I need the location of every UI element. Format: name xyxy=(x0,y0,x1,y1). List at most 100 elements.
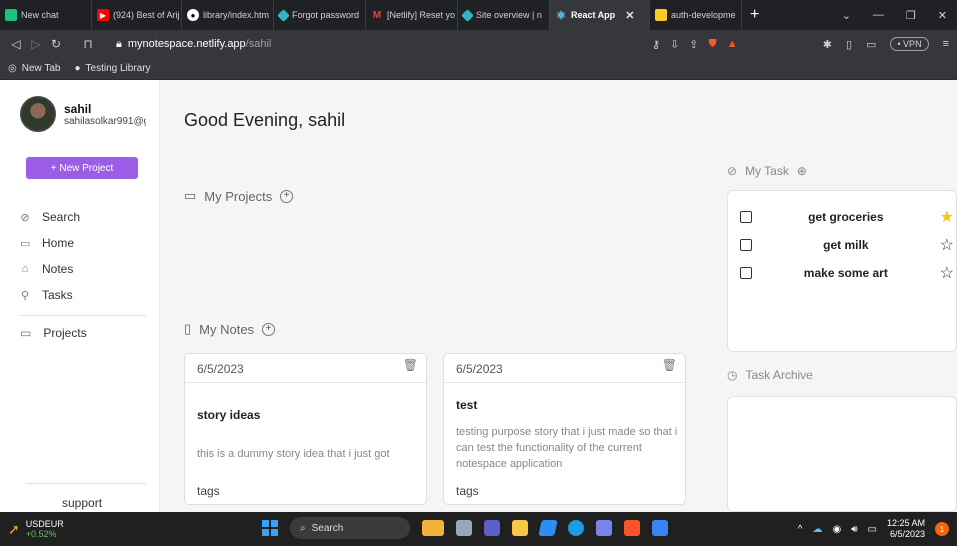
edge-icon[interactable] xyxy=(568,520,584,536)
toolbar-right: ✱ ▯ ▭ • VPN ≡ xyxy=(823,37,957,51)
cloud-icon[interactable]: ☁ xyxy=(812,524,822,535)
browser-tab-library[interactable]: ● library/index.htm xyxy=(182,0,274,30)
teams-chat-icon[interactable] xyxy=(484,520,500,536)
tasks-icon: ⚲ xyxy=(20,289,30,302)
star-icon[interactable]: ★ xyxy=(940,207,954,227)
browser-tab-gmail[interactable]: M [Netlify] Reset yo xyxy=(366,0,458,30)
add-project-icon[interactable]: + xyxy=(280,189,294,203)
new-project-button[interactable]: + New Project xyxy=(26,157,138,179)
battery-icon[interactable]: ▭ xyxy=(868,524,877,535)
task-checkbox[interactable] xyxy=(740,239,752,251)
my-projects-header: ▭ My Projects + xyxy=(184,188,294,204)
task-label: get milk xyxy=(823,238,869,252)
wallet-icon[interactable]: ▭ xyxy=(866,38,876,51)
netlify-icon xyxy=(277,8,290,22)
gmail-icon: M xyxy=(372,9,382,21)
url-field[interactable]: 🔒︎ mynotespace.netlify.app/sahil xyxy=(116,38,616,51)
sidebar-item-label: Projects xyxy=(43,326,87,340)
volume-icon[interactable]: 🔊︎ xyxy=(851,524,857,535)
clock[interactable]: 12:25 AM 6/5/2023 xyxy=(887,518,925,540)
vpn-button[interactable]: • VPN xyxy=(890,37,929,51)
back-icon[interactable]: ◁ xyxy=(6,37,26,51)
sidebar-item-label: Tasks xyxy=(42,288,73,302)
clock-icon: ◷ xyxy=(727,368,738,382)
note-card[interactable]: 6/5/2023 🗑︎ test testing purpose story t… xyxy=(443,353,686,505)
sidebar-item-label: Home xyxy=(42,236,75,250)
brave-rewards-icon[interactable]: ▲ xyxy=(727,38,738,51)
task-label: get groceries xyxy=(808,210,884,224)
note-card[interactable]: 6/5/2023 🗑︎ story ideas this is a dummy … xyxy=(184,353,427,505)
sidebar-item-projects[interactable]: ▭ Projects xyxy=(20,326,87,340)
sidebar-item-tasks[interactable]: ⚲ Tasks xyxy=(20,282,146,308)
new-tab-button[interactable]: + xyxy=(742,6,767,24)
notes-icon: ⌂ xyxy=(21,263,29,275)
trash-icon[interactable]: 🗑︎ xyxy=(662,358,677,372)
my-task-header: ⊘ My Task ⊕ xyxy=(727,164,807,178)
notification-badge[interactable]: 1 xyxy=(935,522,949,536)
menu-icon[interactable]: ≡ xyxy=(943,38,949,50)
key-icon[interactable]: ⚷ xyxy=(652,38,660,51)
sidebar-divider xyxy=(26,483,146,484)
section-title: Task Archive xyxy=(745,368,813,382)
browser-tab-youtube[interactable]: ▶ (924) Best of Arij xyxy=(92,0,182,30)
star-outline-icon[interactable]: ☆ xyxy=(940,263,954,283)
user-profile[interactable]: sahil sahilasolkar991@gn xyxy=(0,80,159,132)
widget-icon[interactable] xyxy=(422,520,444,536)
brave-icon[interactable] xyxy=(624,520,640,536)
add-note-icon[interactable]: + xyxy=(262,322,276,336)
notespace-app: sahil sahilasolkar991@gn + New Project ⊘… xyxy=(0,80,957,512)
file-explorer-icon[interactable] xyxy=(512,520,528,536)
minimize-icon[interactable]: — xyxy=(873,9,884,22)
notepad-icon[interactable] xyxy=(652,520,668,536)
install-icon[interactable]: ⇩ xyxy=(670,38,679,51)
chevron-up-icon[interactable]: ^ xyxy=(798,524,803,535)
wifi-icon[interactable]: ◉ xyxy=(832,524,841,535)
bookmark-icon[interactable]: ⊓ xyxy=(78,37,98,51)
sidebar-item-search[interactable]: ⊘ Search xyxy=(20,204,146,230)
sidebar-divider xyxy=(20,315,146,316)
close-window-icon[interactable]: ✕ xyxy=(938,9,947,22)
extensions-icon[interactable]: ✱ xyxy=(823,38,832,51)
ticker-symbol: USDEUR xyxy=(25,519,64,529)
vscode-icon[interactable] xyxy=(538,520,558,536)
sidebar-item-notes[interactable]: ⌂ Notes xyxy=(20,256,146,282)
sidebar-toggle-icon[interactable]: ▯ xyxy=(846,38,852,51)
windows-start-icon[interactable] xyxy=(262,520,278,536)
stock-widget[interactable]: ➚ USDEUR +0.52% xyxy=(0,519,150,539)
restore-icon[interactable]: ❐ xyxy=(906,9,916,22)
lock-icon: 🔒︎ xyxy=(116,37,122,50)
tab-label: Forgot password xyxy=(292,10,360,20)
browser-tab-react-app[interactable]: ⚛ React App ✕ xyxy=(550,0,650,30)
reload-icon[interactable]: ↻ xyxy=(46,37,66,51)
browser-tab-bar: New chat ▶ (924) Best of Arij ● library/… xyxy=(0,0,957,30)
share-icon[interactable]: ⇪ xyxy=(689,38,698,51)
task-archive-panel xyxy=(727,396,957,512)
browser-tab-site-overview[interactable]: Site overview | n xyxy=(458,0,550,30)
tab-label: (924) Best of Arij xyxy=(113,10,180,20)
sidebar: sahil sahilasolkar991@gn + New Project ⊘… xyxy=(0,80,160,512)
teams-icon[interactable] xyxy=(596,520,612,536)
task-checkbox[interactable] xyxy=(740,211,752,223)
task-view-icon[interactable] xyxy=(456,520,472,536)
trend-arrow-icon: ➚ xyxy=(8,520,20,537)
sidebar-item-home[interactable]: ▭ Home xyxy=(20,230,146,256)
add-task-icon[interactable]: ⊕ xyxy=(797,164,807,178)
clock-date: 6/5/2023 xyxy=(889,529,925,539)
bookmark-testing-library[interactable]: ● Testing Library xyxy=(74,63,150,74)
sidebar-item-label: Search xyxy=(42,210,81,224)
bookmark-new-tab[interactable]: ◎ New Tab xyxy=(8,63,60,74)
windows-taskbar: ➚ USDEUR +0.52% ⌕ Search ^ ☁ ◉ 🔊︎ ▭ 12:2… xyxy=(0,512,957,546)
star-outline-icon[interactable]: ☆ xyxy=(940,235,954,255)
browser-tab-chatgpt[interactable]: New chat xyxy=(0,0,92,30)
trash-icon[interactable]: 🗑︎ xyxy=(403,358,418,372)
support-link[interactable]: support xyxy=(62,496,102,510)
task-checkbox[interactable] xyxy=(740,267,752,279)
browser-tab-firebase[interactable]: auth-developme xyxy=(650,0,742,30)
forward-icon[interactable]: ▷ xyxy=(26,37,46,51)
search-icon: ⊘ xyxy=(20,211,30,224)
taskbar-search[interactable]: ⌕ Search xyxy=(290,517,410,539)
brave-shield-icon[interactable]: ⛊ xyxy=(709,38,717,51)
chevron-down-icon[interactable]: ⌄ xyxy=(842,9,851,22)
close-tab-icon[interactable]: ✕ xyxy=(625,9,634,22)
browser-tab-forgot-password[interactable]: Forgot password xyxy=(274,0,366,30)
